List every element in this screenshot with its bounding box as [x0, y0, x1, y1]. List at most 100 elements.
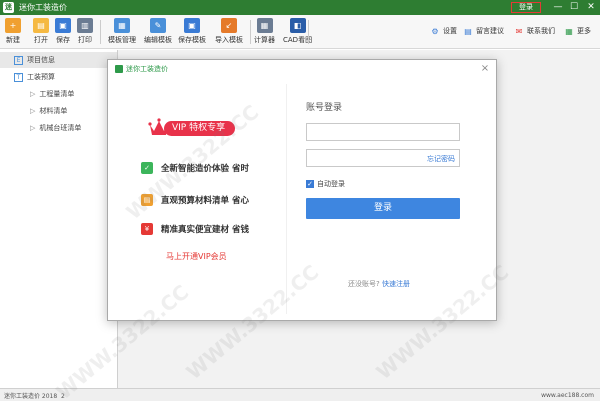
expand-arrow-icon[interactable]: ▷ [30, 107, 35, 115]
dialog-header: 迷你工装造价 [108, 60, 496, 78]
toolbar-button-2[interactable]: ▣ 保存 [55, 18, 71, 45]
status-app-version: 迷你工装造价 2018 2 [4, 392, 65, 400]
vip-feature-text: 直观预算材料清单 省心 [161, 196, 249, 206]
project-sidebar: E 项目信息 T 工装预算 ▷ 工程量清单 ▷ 材料清单 ▷ 机械台班清单 [0, 50, 118, 388]
open-folder-icon: ▤ [33, 18, 49, 33]
toolbar-button-8[interactable]: ▦ 计算器 [254, 18, 275, 45]
minimize-icon[interactable]: — [550, 0, 566, 15]
vip-feature-0: ✓ 全新智能造价体验 省时 [141, 162, 249, 174]
toolbar-button-label: 保存模板 [178, 36, 206, 44]
sidebar-item-1[interactable]: T 工装预算 [0, 69, 117, 85]
close-window-icon[interactable]: ✕ [583, 0, 599, 15]
toolbar-button-1[interactable]: ▤ 打开 [33, 18, 49, 45]
title-bar: 迷 迷你工装造价 登录 — ☐ ✕ [0, 0, 600, 15]
toolbar-right-label: 留言建议 [476, 27, 504, 35]
message-icon: ▤ [464, 26, 472, 36]
login-title: 账号登录 [306, 103, 343, 113]
more-icon: ▦ [565, 26, 573, 36]
login-dialog: 迷你工装造价 × VIP 特权专享 ✓ 全新智能造价体验 省时 ▤ 直观预算材料清单 … [107, 59, 497, 321]
toolbar-right-label: 更多 [577, 27, 591, 35]
login-submit-button[interactable]: 登录 [306, 198, 460, 219]
toolbar-right-label: 设置 [443, 27, 457, 35]
leaf-icon: ✓ [141, 162, 153, 174]
vip-feature-text: 全新智能造价体验 省时 [161, 164, 249, 174]
dialog-divider [286, 84, 287, 314]
app-logo-icon: 迷 [3, 2, 14, 13]
save-icon: ▣ [55, 18, 71, 33]
sidebar-item-label: 项目信息 [27, 56, 55, 64]
maximize-icon[interactable]: ☐ [566, 0, 582, 15]
sidebar-item-label: 工装预算 [27, 73, 55, 81]
cad-viewer-icon: ◧ [289, 18, 306, 33]
toolbar-button-label: 模板管理 [108, 36, 136, 44]
vip-feature-text: 精准真实便宜建材 省钱 [161, 225, 249, 235]
auto-login-checkbox[interactable]: ✓ 自动登录 [306, 179, 345, 189]
main-toolbar: + 新建 ▤ 打开 ▣ 保存 ▥ 打印 ▦ 模板管理 ✎ 编辑模板 ▣ 保存模板 ↙ 导入模板 ▦ 计算器 ◧ CAD… [0, 15, 600, 49]
toolbar-button-label: 打印 [78, 36, 92, 44]
vip-feature-1: ▤ 直观预算材料清单 省心 [141, 194, 249, 206]
toolbar-separator [308, 20, 309, 44]
import-template-icon: ↙ [221, 18, 237, 33]
username-input[interactable] [306, 123, 460, 141]
calculator-icon: ▦ [256, 18, 273, 33]
sidebar-item-label: 材料清单 [39, 107, 68, 115]
vip-privilege-label: VIP 特权专享 [164, 120, 236, 136]
save-template-icon: ▣ [184, 18, 200, 33]
list-icon: ▤ [141, 194, 153, 206]
toolbar-right-1[interactable]: ▤ 留言建议 [463, 26, 504, 36]
toolbar-button-label: 编辑模板 [144, 36, 172, 44]
toolbar-button-0[interactable]: + 新建 [5, 18, 21, 45]
vip-feature-2: ¥ 精准真实便宜建材 省钱 [141, 223, 249, 235]
sidebar-item-label: 工程量清单 [39, 90, 75, 98]
dialog-logo-icon [115, 65, 123, 73]
toolbar-button-label: 导入模板 [215, 36, 243, 44]
toolbar-button-label: 打开 [34, 36, 48, 44]
edit-template-icon: ✎ [150, 18, 166, 33]
sidebar-item-4[interactable]: ▷ 机械台班清单 [0, 120, 117, 136]
toolbar-right-0[interactable]: ⚙ 设置 [430, 26, 457, 36]
crown-icon [148, 117, 170, 139]
toolbar-button-7[interactable]: ↙ 导入模板 [215, 18, 243, 45]
new-file-icon: + [5, 18, 21, 33]
open-vip-link[interactable]: 马上开通VIP会员 [166, 251, 227, 262]
toolbar-button-6[interactable]: ▣ 保存模板 [178, 18, 206, 45]
password-input[interactable]: 忘记密码 [306, 149, 460, 167]
toolbar-button-label: 新建 [6, 36, 20, 44]
window-title: 迷你工装造价 [19, 3, 67, 12]
toolbar-button-label: 计算器 [254, 36, 275, 44]
toolbar-right-2[interactable]: ✉ 联系我们 [514, 26, 555, 36]
no-account-text: 还没账号? [348, 280, 380, 288]
vip-badge: VIP 特权专享 [148, 117, 236, 139]
toolbar-separator [250, 20, 251, 44]
mail-icon: ✉ [515, 26, 523, 36]
status-bar: 迷你工装造价 2018 2 www.aec188.com [0, 388, 600, 401]
toolbar-button-4[interactable]: ▦ 模板管理 [108, 18, 136, 45]
sidebar-item-0[interactable]: E 项目信息 [0, 52, 117, 68]
register-row: 还没账号? 快速注册 [348, 279, 410, 289]
yen-icon: ¥ [141, 223, 153, 235]
template-manage-icon: ▦ [114, 18, 130, 33]
project-info-icon: E [14, 55, 23, 65]
sidebar-item-2[interactable]: ▷ 工程量清单 [0, 86, 117, 102]
print-icon: ▥ [77, 18, 93, 33]
toolbar-right-label: 联系我们 [527, 27, 555, 35]
expand-arrow-icon[interactable]: ▷ [30, 124, 35, 132]
toolbar-button-3[interactable]: ▥ 打印 [77, 18, 93, 45]
status-website: www.aec188.com [541, 391, 594, 399]
toolbar-separator [100, 20, 101, 44]
checkbox-checked-icon[interactable]: ✓ [306, 180, 314, 188]
sidebar-item-3[interactable]: ▷ 材料清单 [0, 103, 117, 119]
auto-login-label: 自动登录 [317, 180, 345, 188]
toolbar-button-label: 保存 [56, 36, 70, 44]
titlebar-login-button[interactable]: 登录 [511, 2, 541, 13]
forgot-password-link[interactable]: 忘记密码 [427, 154, 455, 164]
gear-icon: ⚙ [431, 26, 439, 36]
dialog-close-icon[interactable]: × [480, 64, 490, 74]
expand-arrow-icon[interactable]: ▷ [30, 90, 35, 98]
dialog-title: 迷你工装造价 [126, 65, 168, 73]
sidebar-item-label: 机械台班清单 [39, 124, 82, 132]
toolbar-right-3[interactable]: ▦ 更多 [564, 26, 591, 36]
quick-register-link[interactable]: 快速注册 [382, 280, 410, 288]
budget-icon: T [14, 72, 23, 82]
toolbar-button-5[interactable]: ✎ 编辑模板 [144, 18, 172, 45]
